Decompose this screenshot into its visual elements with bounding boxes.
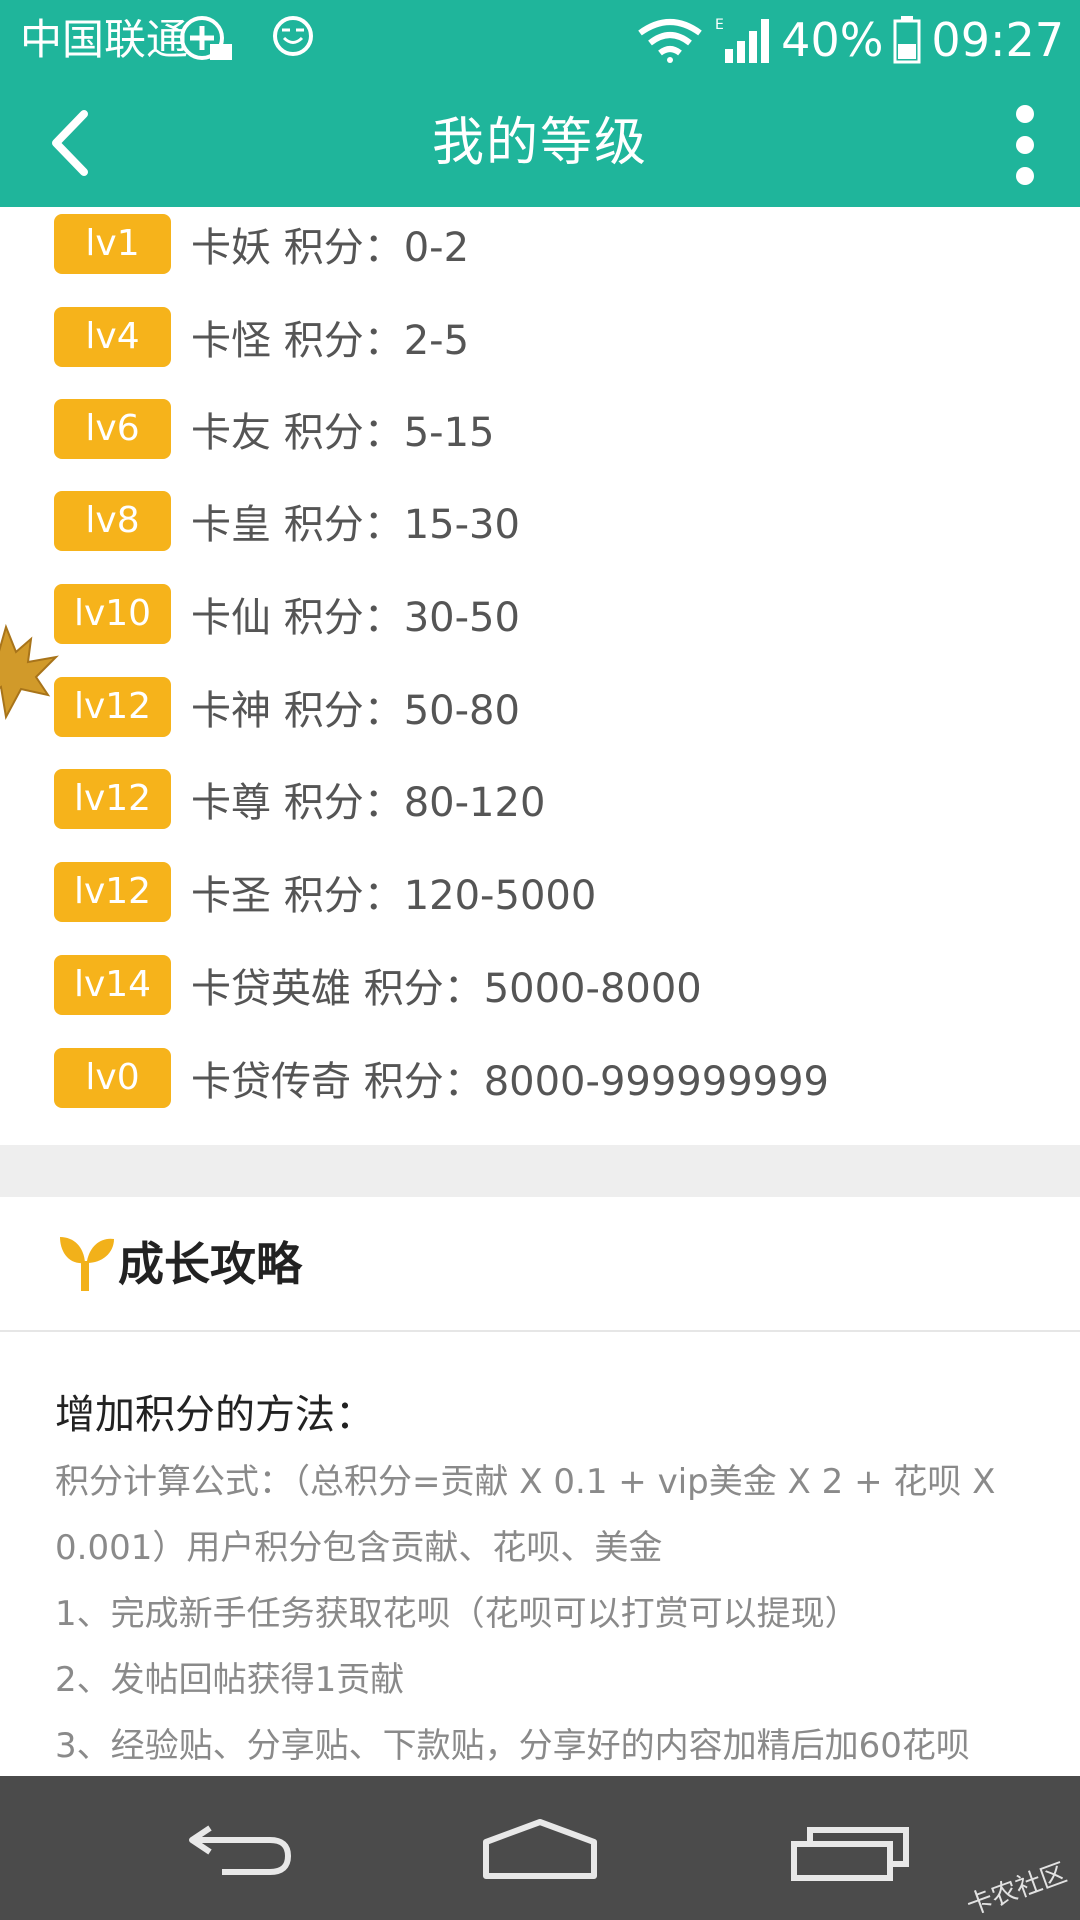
level-row: lv1 卡妖 积分：0-2 [54,214,469,274]
level-badge: lv12 [54,862,171,922]
level-description: 卡皇 积分：15-30 [191,502,520,548]
level-description: 卡贷英雄 积分：5000-8000 [191,966,702,1012]
sogou-face-icon [273,16,313,56]
system-nav-bar: 卡农社区 [0,1776,1080,1920]
method-line: 积分计算公式：（总积分=贡献 X 0.1 + vip美金 X 2 + 花呗 X [55,1462,996,1502]
watermark: 卡农社区 [962,1857,1071,1920]
more-options-button[interactable] [1000,100,1050,190]
clock: 09:27 [931,13,1064,67]
carrier-label: 中国联通 [20,15,189,64]
level-row: lv4 卡怪 积分：2-5 [54,307,469,367]
level-description: 卡圣 积分：120-5000 [191,873,597,919]
level-badge: lv12 [54,769,171,829]
method-line: 0.001）用户积分包含贡献、花呗、美金 [55,1528,663,1568]
level-description: 卡尊 积分：80-120 [191,780,546,826]
hd-call-icon [180,16,232,60]
top-bar: 中国联通 E 40% 09:27 我的等级 [0,0,1080,207]
level-badge: lv6 [54,399,171,459]
sprout-icon [60,1237,114,1291]
nav-recents-button[interactable] [780,1798,920,1898]
section-divider [0,1145,1080,1197]
level-description: 卡神 积分：50-80 [191,688,520,734]
nav-home-icon [483,1819,597,1879]
signal-icon: E [715,17,770,63]
method-line: 1、完成新手任务获取花呗（花呗可以打赏可以提现） [55,1594,859,1634]
level-row: lv8 卡皇 积分：15-30 [54,491,520,551]
nav-back-button[interactable] [170,1798,310,1898]
level-badge: lv1 [54,214,171,274]
app-bar: 我的等级 [0,80,1080,207]
level-row: lv12 卡圣 积分：120-5000 [54,862,596,922]
battery-icon [893,16,921,64]
wifi-icon [638,19,702,63]
level-description: 卡友 积分：5-15 [191,410,495,456]
level-description: 卡妖 积分：0-2 [191,225,470,271]
method-line: 2、发帖回帖获得1贡献 [55,1660,405,1700]
methods-heading: 增加积分的方法： [55,1392,375,1438]
level-list: lv1 卡妖 积分：0-2 lv4 卡怪 积分：2-5 lv6 卡友 积分：5-… [0,207,1080,1145]
more-vertical-icon [1016,105,1034,185]
level-description: 卡贷传奇 积分：8000-999999999 [191,1059,829,1105]
page-title: 我的等级 [431,113,648,173]
nav-home-button[interactable] [470,1798,610,1898]
nav-back-icon [189,1825,291,1875]
net-type-label: E [715,17,724,33]
maple-leaf-icon [0,623,59,721]
level-description: 卡怪 积分：2-5 [191,318,470,364]
level-row: lv12 卡尊 积分：80-120 [54,769,545,829]
level-row: lv14 卡贷英雄 积分：5000-8000 [54,955,702,1015]
level-badge: lv8 [54,491,171,551]
level-row: lv12 卡神 积分：50-80 [54,677,520,737]
method-line: 3、经验贴、分享贴、下款贴，分享好的内容加精后加60花呗 [55,1726,970,1766]
status-right: E 40% 09:27 [635,10,1064,70]
level-badge: lv0 [54,1048,171,1108]
battery-percent: 40% [781,13,884,67]
level-description: 卡仙 积分：30-50 [191,595,520,641]
growth-strategy-header: 成长攻略 [0,1197,1080,1332]
status-bar: 中国联通 E 40% 09:27 [0,0,1080,80]
level-badge: lv14 [54,955,171,1015]
growth-strategy-title: 成长攻略 [118,1237,302,1291]
level-badge: lv4 [54,307,171,367]
level-row: lv10 卡仙 积分：30-50 [54,584,520,644]
level-row: lv6 卡友 积分：5-15 [54,399,495,459]
growth-methods: 增加积分的方法： 积分计算公式：（总积分=贡献 X 0.1 + vip美金 X … [0,1334,1080,1776]
nav-recents-icon [791,1827,909,1881]
level-row: lv0 卡贷传奇 积分：8000-999999999 [54,1048,829,1108]
